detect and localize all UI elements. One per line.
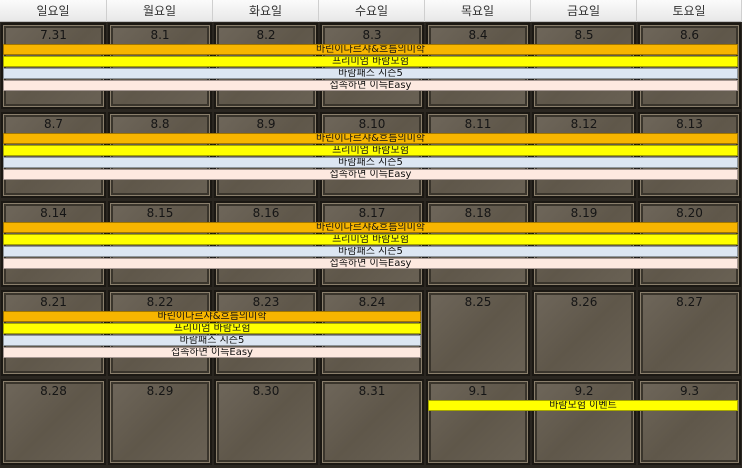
weekday-header-cell: 화요일: [213, 0, 319, 22]
event-bar[interactable]: 프리미엄 바람모험: [3, 323, 421, 334]
event-calendar: 일요일 월요일 화요일 수요일 목요일 금요일 토요일 7.31 8.1 8.2 8.3 8.4 8.…: [0, 0, 742, 468]
day-number: 8.10: [358, 117, 386, 131]
day-number: 8.21: [40, 295, 67, 309]
event-bar[interactable]: 프리미엄 바람모험: [3, 56, 738, 67]
day-cell[interactable]: 8.30: [214, 379, 318, 465]
day-number: 8.15: [146, 206, 174, 220]
weekday-header-cell: 토요일: [637, 0, 742, 22]
event-bar[interactable]: 바람패스 시즌5: [3, 68, 738, 79]
day-cell[interactable]: 8.26: [532, 290, 636, 376]
day-cell[interactable]: 8.31: [320, 379, 424, 465]
day-number: 8.17: [358, 206, 386, 220]
day-number: 8.1: [150, 28, 170, 42]
day-cell[interactable]: 8.29: [108, 379, 212, 465]
weekday-header-cell: 수요일: [319, 0, 425, 22]
day-number: 8.14: [40, 206, 67, 220]
event-bar[interactable]: 접속하면 이득Easy: [3, 258, 738, 269]
event-bar[interactable]: 바람패스 시즌5: [3, 157, 738, 168]
day-number: 8.31: [358, 384, 386, 398]
day-cell[interactable]: 9.3: [638, 379, 741, 465]
day-number: 8.6: [679, 28, 700, 42]
day-cell[interactable]: 8.27: [638, 290, 741, 376]
day-number: 8.18: [464, 206, 492, 220]
week-row: 8.28 8.29 8.30 8.31 9.1 9.2 9.3 바람모험 이벤트: [0, 378, 742, 466]
day-number: 8.24: [358, 295, 386, 309]
day-cell[interactable]: 9.2: [532, 379, 636, 465]
event-bar[interactable]: 바린이나르샤&흐름의미학: [3, 222, 738, 233]
week-row: 8.21 8.22 8.23 8.24 8.25 8.26 8.27 바린이나르샤&흐름의미학…: [0, 289, 742, 377]
event-bar[interactable]: 접속하면 이득Easy: [3, 80, 738, 91]
day-number: 7.31: [40, 28, 67, 42]
day-number: 8.16: [252, 206, 280, 220]
event-bar[interactable]: 접속하면 이득Easy: [3, 169, 738, 180]
weekday-header-cell: 목요일: [425, 0, 531, 22]
day-number: 8.8: [150, 117, 170, 131]
event-bar[interactable]: 프리미엄 바람모험: [3, 234, 738, 245]
day-number: 8.9: [256, 117, 276, 131]
day-cell[interactable]: 8.28: [1, 379, 106, 465]
week-row: 8.7 8.8 8.9 8.10 8.11 8.12 8.13 바린이나르샤&흐름의미학 프리미…: [0, 111, 742, 199]
day-number: 9.1: [468, 384, 488, 398]
day-number: 8.25: [464, 295, 492, 309]
day-number: 9.3: [679, 384, 700, 398]
weekday-header: 일요일 월요일 화요일 수요일 목요일 금요일 토요일: [0, 0, 742, 22]
day-number: 8.28: [40, 384, 67, 398]
event-bar[interactable]: 바린이나르샤&흐름의미학: [3, 44, 738, 55]
week-row: 8.14 8.15 8.16 8.17 8.18 8.19 8.20 바린이나르샤&흐름의미학…: [0, 200, 742, 288]
event-bar[interactable]: 바람패스 시즌5: [3, 335, 421, 346]
day-cell[interactable]: 8.25: [426, 290, 530, 376]
day-number: 8.22: [146, 295, 174, 309]
day-number: 8.30: [252, 384, 280, 398]
day-number: 8.12: [570, 117, 598, 131]
event-bar[interactable]: 바람모험 이벤트: [428, 400, 738, 411]
day-number: 8.4: [468, 28, 488, 42]
weekday-header-cell: 금요일: [531, 0, 637, 22]
day-number: 8.7: [43, 117, 64, 131]
day-number: 8.5: [574, 28, 594, 42]
day-number: 8.29: [146, 384, 174, 398]
day-number: 8.3: [362, 28, 382, 42]
event-bar[interactable]: 바린이나르샤&흐름의미학: [3, 133, 738, 144]
weekday-header-cell: 월요일: [107, 0, 213, 22]
day-number: 8.20: [676, 206, 703, 220]
day-number: 8.27: [676, 295, 703, 309]
day-cell[interactable]: 9.1: [426, 379, 530, 465]
day-number: 8.13: [676, 117, 703, 131]
event-bar[interactable]: 바린이나르샤&흐름의미학: [3, 311, 421, 322]
event-bar[interactable]: 접속하면 이득Easy: [3, 347, 421, 358]
day-number: 8.23: [252, 295, 280, 309]
day-number: 8.2: [256, 28, 276, 42]
weekday-header-cell: 일요일: [0, 0, 107, 22]
week-row: 7.31 8.1 8.2 8.3 8.4 8.5 8.6 바린이나르샤&흐름의미학 프리미엄 바…: [0, 22, 742, 110]
event-bar[interactable]: 바람패스 시즌5: [3, 246, 738, 257]
day-number: 8.19: [570, 206, 598, 220]
event-bar[interactable]: 프리미엄 바람모험: [3, 145, 738, 156]
day-number: 8.11: [464, 117, 492, 131]
day-number: 9.2: [574, 384, 594, 398]
day-number: 8.26: [570, 295, 598, 309]
